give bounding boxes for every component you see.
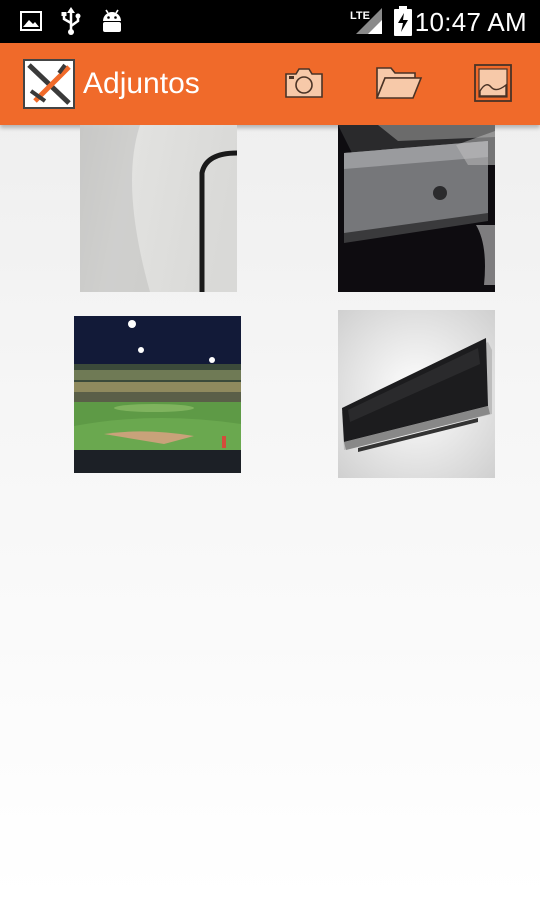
app-bar: Adjuntos (0, 43, 540, 125)
image-icon (20, 11, 42, 36)
folder-icon (375, 64, 423, 107)
app-logo (23, 59, 75, 109)
status-time: 10:47 AM (414, 7, 527, 37)
attachment-wall-cable[interactable] (80, 125, 237, 292)
gallery-button[interactable] (471, 62, 515, 108)
battery-charging-icon (394, 6, 412, 41)
camera-icon (283, 66, 325, 105)
gallery-icon (473, 63, 513, 108)
attachment-air-conditioner[interactable] (338, 310, 495, 478)
lte-signal-icon: LTE (350, 6, 384, 41)
folder-button[interactable] (374, 62, 424, 108)
usb-icon (60, 7, 82, 40)
camera-button[interactable] (280, 62, 328, 108)
attachment-appliance-dark[interactable] (338, 125, 495, 292)
android-debug-icon (100, 8, 124, 41)
attachment-baseball-stadium[interactable] (74, 316, 241, 473)
page-title: Adjuntos (83, 67, 200, 100)
lte-label: LTE (350, 10, 370, 22)
status-bar: LTE 10:47 AM (0, 0, 540, 43)
